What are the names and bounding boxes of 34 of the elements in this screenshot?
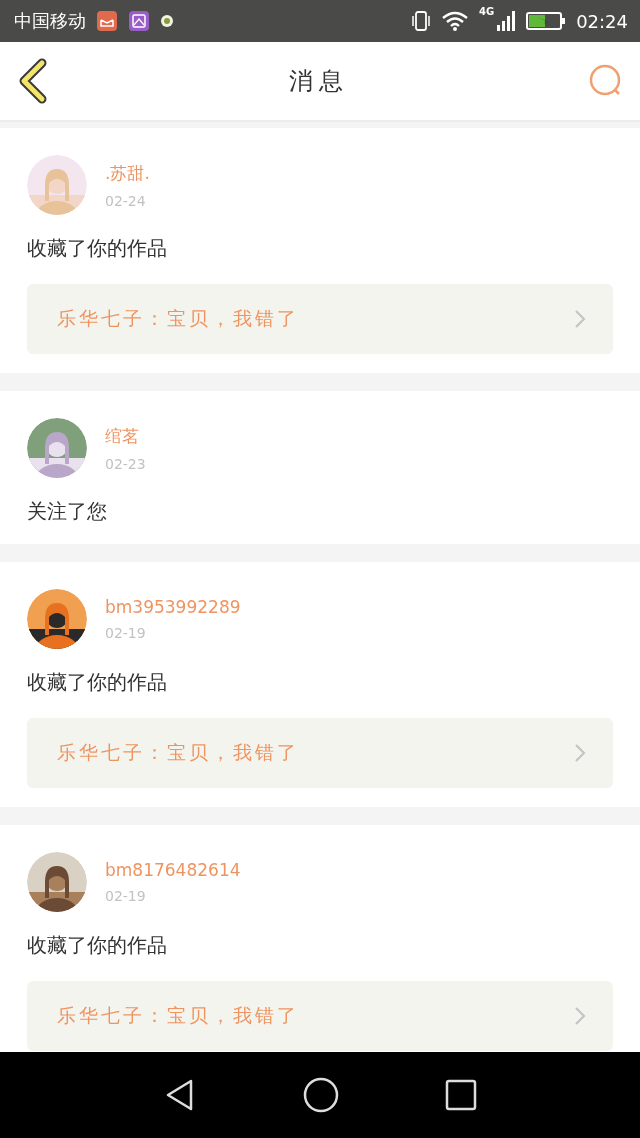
work-link[interactable]: 乐华七子：宝贝，我错了 [27, 718, 613, 788]
user-name[interactable]: bm3953992289 [105, 597, 241, 617]
battery-icon [526, 10, 567, 32]
work-title: 乐华七子：宝贝，我错了 [57, 740, 299, 765]
app-icon [160, 14, 174, 28]
message-date: 02-19 [105, 888, 147, 904]
work-link[interactable]: 乐华七子：宝贝，我错了 [27, 284, 613, 354]
signal-icon [496, 10, 517, 32]
image-icon [128, 10, 150, 32]
vibrate-icon [410, 10, 431, 32]
work-title: 乐华七子：宝贝，我错了 [57, 1003, 299, 1028]
clock-time: 02:24 [576, 10, 628, 32]
message-text: 收藏了你的作品 [27, 235, 168, 262]
message-date: 02-24 [105, 192, 147, 209]
message-text: 收藏了你的作品 [27, 932, 168, 959]
carrier-name: 中国移动 [14, 9, 86, 33]
user-name[interactable]: bm8176482614 [105, 860, 241, 880]
work-title: 乐华七子：宝贝，我错了 [57, 306, 299, 331]
work-link[interactable]: 乐华七子：宝贝，我错了 [27, 981, 613, 1051]
message-date: 02-19 [105, 625, 147, 641]
page-title: 消息 [289, 66, 349, 97]
wifi-icon [440, 10, 469, 32]
user-name[interactable]: 绾茗 [105, 424, 146, 448]
message-text: 收藏了你的作品 [27, 669, 168, 696]
message-date: 02-23 [105, 455, 146, 472]
network-label: 4G [478, 6, 495, 17]
mail-icon [96, 10, 118, 32]
chevron-right-icon [573, 308, 587, 330]
home-circle-icon[interactable] [303, 1077, 339, 1113]
recents-square-icon[interactable] [445, 1079, 477, 1111]
user-name[interactable]: .苏甜. [105, 161, 150, 185]
chevron-right-icon [573, 1005, 587, 1027]
chevron-right-icon [573, 742, 587, 764]
message-text: 关注了您 [27, 498, 108, 525]
